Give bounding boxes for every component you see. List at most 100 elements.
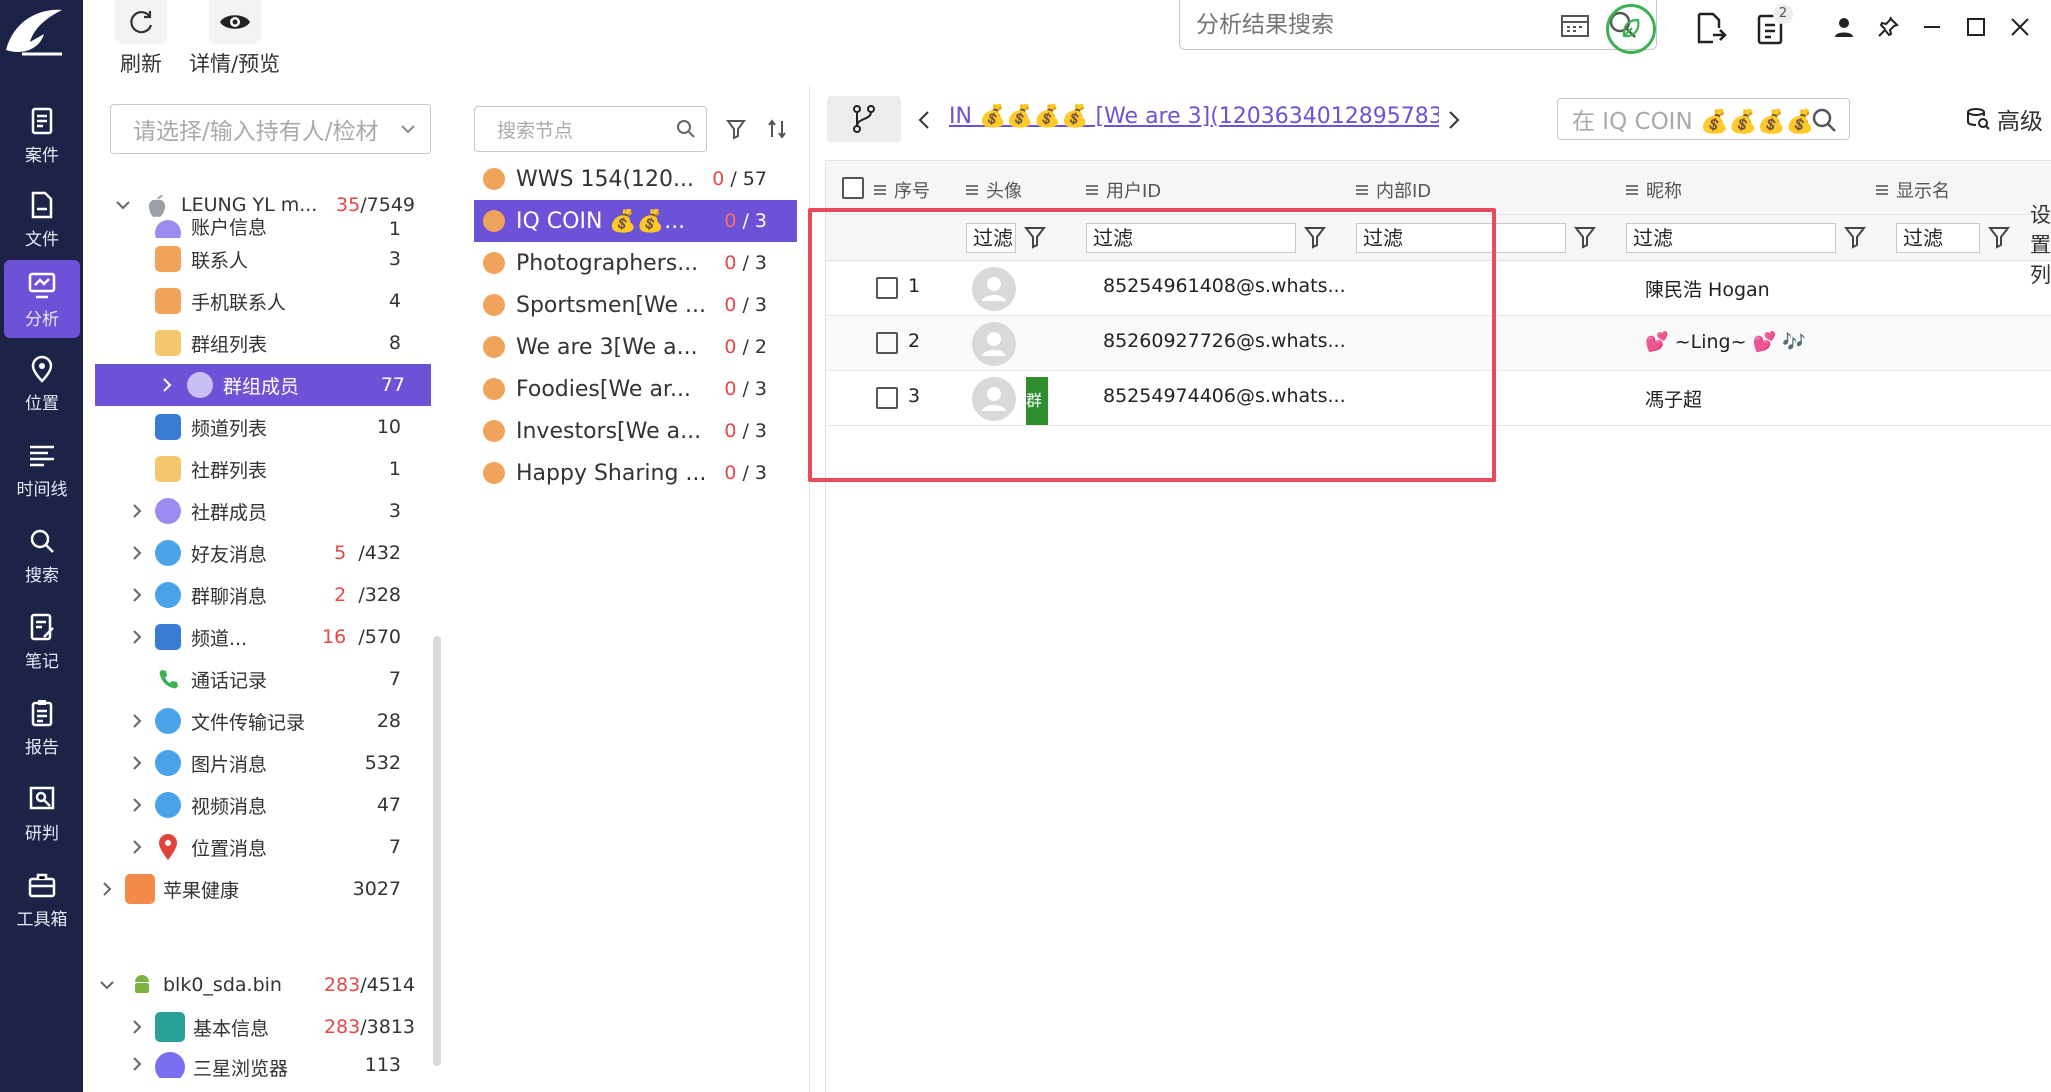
filter-icon[interactable] xyxy=(1844,225,1866,249)
node-item[interactable]: Foodies[We ar... 0 / 3 xyxy=(474,368,797,410)
tree-label: 手机联系人 xyxy=(191,291,287,314)
tree-count: 77 xyxy=(380,374,405,396)
filter-display-name[interactable]: 过滤 xyxy=(1896,223,1980,253)
calendar-icon[interactable] xyxy=(1560,12,1590,38)
column-header-index[interactable]: 序号 xyxy=(874,177,930,203)
node-item[interactable]: Sportsmen[We ... 0 / 3 xyxy=(474,284,797,326)
column-header-user-id[interactable]: 用户ID xyxy=(1086,177,1161,203)
tree-label: 群组成员 xyxy=(223,375,300,398)
rail-judge[interactable]: 研判 xyxy=(4,774,80,852)
apple-icon xyxy=(149,195,165,217)
tree-item-contacts[interactable]: 联系人 3 xyxy=(95,238,427,280)
tree-label: 群组列表 xyxy=(191,333,268,356)
tree-item-image-messages[interactable]: 图片消息 532 xyxy=(95,742,427,784)
close-button[interactable] xyxy=(2005,12,2035,42)
group-avatar-icon xyxy=(483,378,505,400)
tree-item-phone-contacts[interactable]: 手机联系人 4 xyxy=(95,280,427,322)
tree-item-group-members[interactable]: 群组成员 77 xyxy=(95,364,431,406)
tree-item-friend-messages[interactable]: 好友消息 5 /432 xyxy=(95,532,427,574)
refresh-label: 刷新 xyxy=(120,52,162,76)
rail-location[interactable]: 位置 xyxy=(4,344,80,422)
column-header-internal-id[interactable]: 内部ID xyxy=(1356,177,1431,203)
in-group-search-input[interactable]: 在 IQ COIN 💰💰💰💰 xyxy=(1557,98,1850,140)
analysis-search-input[interactable] xyxy=(1196,11,1556,38)
search-icon xyxy=(677,120,695,138)
column-settings-tab[interactable]: 设置列 xyxy=(2030,200,2051,290)
chevron-right-icon[interactable] xyxy=(1447,110,1461,130)
sort-icon[interactable] xyxy=(766,118,788,140)
node-item[interactable]: We are 3[We a... 0 / 2 xyxy=(474,326,797,368)
node-item[interactable]: Happy Sharing ... 0 / 3 xyxy=(474,452,797,494)
minimize-button[interactable] xyxy=(1917,12,1947,42)
node-search-input[interactable]: 搜索节点 xyxy=(474,106,707,152)
status-indicator[interactable] xyxy=(1606,4,1656,54)
node-item-selected[interactable]: IQ COIN 💰💰... 0 / 3 xyxy=(474,200,797,242)
tree-item-basic-info[interactable]: 基本信息 283/3813 xyxy=(95,1006,427,1048)
tree-item-community-list[interactable]: 社群列表 1 xyxy=(95,448,427,490)
chevron-left-icon[interactable] xyxy=(917,110,931,130)
maximize-button[interactable] xyxy=(1961,12,1991,42)
leaf-icon xyxy=(1622,18,1640,38)
node-item[interactable]: Investors[We a... 0 / 3 xyxy=(474,410,797,452)
nav-rail: 案件 文件 分析 位置 时间线 搜索 笔记 报告 研判 工具箱 xyxy=(0,0,83,1092)
branch-view-button[interactable] xyxy=(827,96,901,142)
contacts-icon xyxy=(155,246,181,272)
tree-item-samsung-browser[interactable]: 三星浏览器 113 xyxy=(95,1046,427,1078)
column-header-display-name[interactable]: 显示名 xyxy=(1876,177,1950,203)
top-toolbar: 刷新 详情/预览 2 xyxy=(83,0,2051,86)
megaphone-icon xyxy=(155,624,181,650)
tree-item-channel-list[interactable]: 频道列表 10 xyxy=(95,406,427,448)
tree-item-video-messages[interactable]: 视频消息 47 xyxy=(95,784,427,826)
user-button[interactable] xyxy=(1829,12,1859,42)
filter-icon[interactable] xyxy=(726,118,746,140)
rail-analysis[interactable]: 分析 xyxy=(4,260,80,338)
rail-report[interactable]: 报告 xyxy=(4,688,80,766)
column-header-avatar[interactable]: 头像 xyxy=(966,177,1022,203)
tree-root-disk-image[interactable]: blk0_sda.bin 283/4514 xyxy=(95,964,427,1006)
node-item[interactable]: WWS 154(120... 0 / 57 xyxy=(474,158,797,200)
tree-item-group-messages[interactable]: 群聊消息 2 /328 xyxy=(95,574,427,616)
tree-item-community-members[interactable]: 社群成员 3 xyxy=(95,490,427,532)
rail-case[interactable]: 案件 xyxy=(4,96,80,174)
node-count-red: 0 xyxy=(724,336,737,358)
tree-item-call-log[interactable]: 通话记录 7 xyxy=(95,658,427,700)
tree-item-file-transfer[interactable]: 文件传输记录 28 xyxy=(95,700,427,742)
chevron-right-icon xyxy=(133,504,142,518)
advanced-search-button[interactable]: 高级 xyxy=(1965,102,2043,136)
table-header: 序号 头像 用户ID 内部ID 昵称 显示名 xyxy=(826,161,2051,215)
column-header-nickname[interactable]: 昵称 xyxy=(1626,177,1682,203)
rail-timeline[interactable]: 时间线 xyxy=(4,430,80,508)
node-count-red: 0 xyxy=(724,252,737,274)
tree-item-channel-messages[interactable]: 频道... 16 /570 xyxy=(95,616,427,658)
export-button[interactable] xyxy=(1691,8,1731,48)
filter-icon[interactable] xyxy=(1988,225,2010,249)
refresh-button[interactable]: 刷新 xyxy=(115,0,167,78)
community-members-icon xyxy=(155,498,181,524)
rail-notes[interactable]: 笔记 xyxy=(4,602,80,680)
breadcrumb[interactable]: IN 💰💰💰💰 [We are 3](120363401289578356( xyxy=(949,104,1439,136)
analysis-search-box[interactable] xyxy=(1179,0,1657,50)
filter-nickname[interactable]: 过滤 xyxy=(1626,223,1836,253)
tree-item-group-list[interactable]: 群组列表 8 xyxy=(95,322,427,364)
refresh-icon xyxy=(130,11,153,34)
tree-scrollbar[interactable] xyxy=(433,636,441,1066)
tree-item-location-messages[interactable]: 位置消息 7 xyxy=(95,826,427,868)
rail-toolbox[interactable]: 工具箱 xyxy=(4,860,80,938)
task-list-button[interactable]: 2 xyxy=(1751,4,1793,48)
rail-file[interactable]: 文件 xyxy=(4,180,80,258)
filter-icon[interactable] xyxy=(1574,225,1596,249)
node-item[interactable]: Photographers... 0 / 3 xyxy=(474,242,797,284)
select-all-checkbox[interactable] xyxy=(842,177,864,199)
node-count-red: 0 xyxy=(724,294,737,316)
basic-info-icon xyxy=(155,1012,185,1042)
details-preview-button[interactable]: 详情/预览 xyxy=(189,0,280,78)
pin-button[interactable] xyxy=(1873,12,1903,42)
nickname-cell: 💕 ~Ling~ 💕 🎶 xyxy=(1645,331,1806,353)
rail-search[interactable]: 搜索 xyxy=(4,516,80,594)
details-label: 详情/预览 xyxy=(189,52,281,76)
tree-item-apple-health[interactable]: 苹果健康 3027 xyxy=(95,868,427,910)
node-count: / 3 xyxy=(736,420,767,442)
tree-item-account-info[interactable]: 账户信息 1 xyxy=(95,216,427,238)
tree-count: 4 xyxy=(388,290,401,312)
holder-select[interactable]: 请选择/输入持有人/检材 xyxy=(110,104,431,154)
